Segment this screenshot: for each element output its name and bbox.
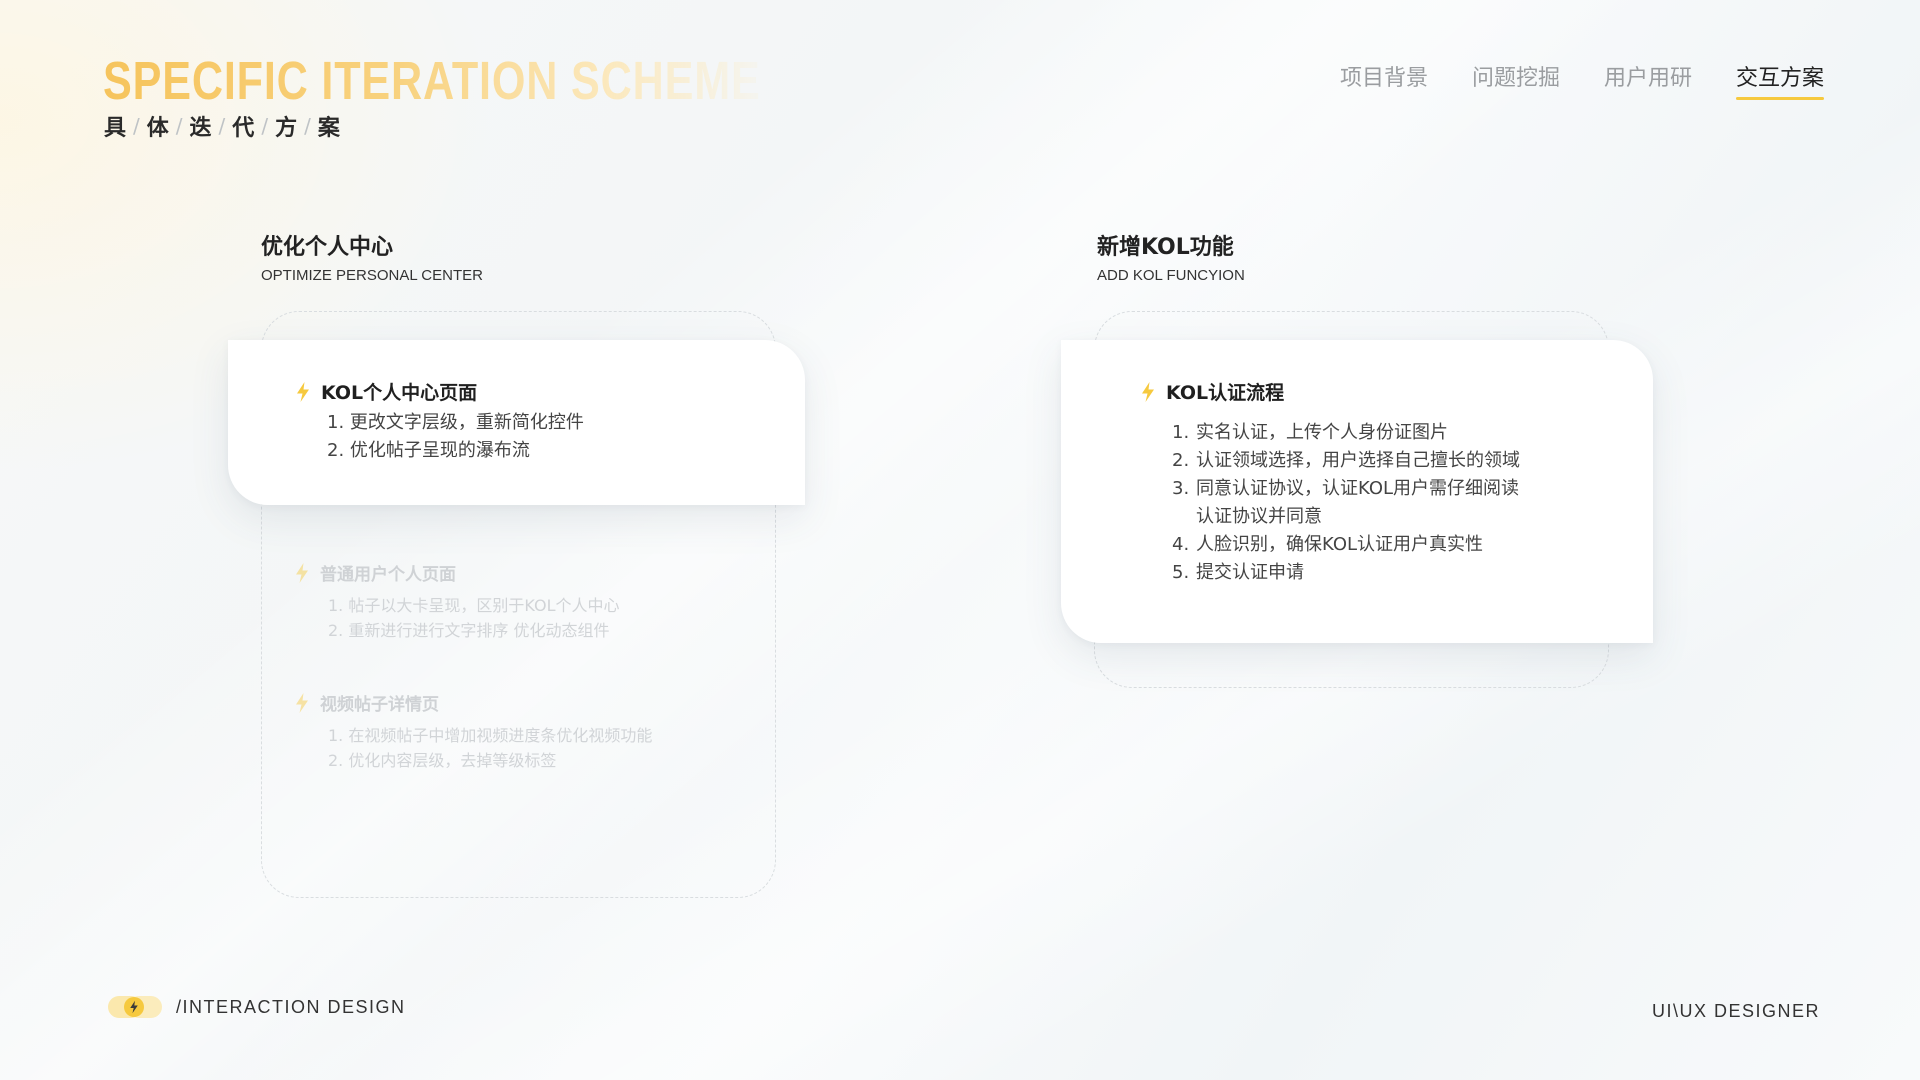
right-section-heading: 新增KOL功能 ADD KOL FUNCYION — [1097, 229, 1245, 284]
page-subtitle-zh: 具 / 体 / 迭 / 代 / 方 / 案 — [104, 110, 340, 142]
list-item: 2. 优化内容层级，去掉等级标签 — [328, 751, 557, 770]
list-item: 1. 帖子以大卡呈现，区别于KOL个人中心 — [328, 596, 620, 615]
card-title: KOL个人中心页面 — [321, 382, 478, 404]
list-number: 5. — [1172, 562, 1190, 583]
list-text: 实名认证，上传个人身份证图片 — [1196, 422, 1448, 443]
subtitle-char: 迭 — [189, 116, 212, 141]
kol-certification-card[interactable]: KOL认证流程 1. 实名认证，上传个人身份证图片 2. 认证领域选择，用户选择自己… — [1061, 340, 1653, 643]
list-number: 2. — [1172, 450, 1190, 471]
faded-item-video-detail: 视频帖子详情页 1. 在视频帖子中增加视频进度条优化视频功能 2. 优化内容层级… — [294, 690, 754, 773]
list-text: 认证领域选择，用户选择自己擅长的领域 — [1196, 450, 1520, 471]
list-item: 3. 同意认证协议，认证KOL用户需仔细阅读 — [1172, 475, 1653, 503]
left-section-title: 优化个人中心 — [261, 235, 394, 260]
list-text: 认证协议并同意 — [1196, 506, 1322, 527]
list-text: 人脸识别，确保KOL认证用户真实性 — [1196, 534, 1484, 555]
subtitle-char: 案 — [317, 116, 340, 141]
nav-item-user-research[interactable]: 用户用研 — [1604, 60, 1692, 98]
list-text: 提交认证申请 — [1196, 562, 1304, 583]
subtitle-separator: / — [218, 114, 226, 138]
list-item: 5. 提交认证申请 — [1172, 559, 1653, 587]
card-title: KOL认证流程 — [1166, 382, 1285, 404]
list-item: 1. 实名认证，上传个人身份证图片 — [1172, 419, 1653, 447]
nav-item-interaction-scheme[interactable]: 交互方案 — [1735, 60, 1825, 100]
nav-item-problem-discovery[interactable]: 问题挖掘 — [1472, 60, 1560, 98]
footer-section-label: /INTERACTION DESIGN — [176, 996, 406, 1017]
lightning-bolt-icon — [294, 562, 310, 584]
faded-item-normal-user: 普通用户个人页面 1. 帖子以大卡呈现，区别于KOL个人中心 2. 重新进行进行… — [294, 560, 754, 643]
lightning-bolt-icon — [294, 692, 310, 714]
subtitle-char: 具 — [104, 116, 127, 141]
list-number — [1172, 503, 1196, 531]
right-section-title: 新增KOL功能 — [1097, 235, 1234, 260]
lightning-bolt-icon — [295, 381, 311, 403]
list-item: 2. 认证领域选择，用户选择自己擅长的领域 — [1172, 447, 1653, 475]
left-section-heading: 优化个人中心 OPTIMIZE PERSONAL CENTER — [261, 229, 483, 284]
subtitle-separator: / — [304, 114, 311, 138]
list-item: 2. 优化帖子呈现的瀑布流 — [327, 440, 530, 461]
subtitle-separator: / — [133, 114, 140, 138]
lightning-bolt-icon — [1140, 381, 1156, 403]
list-number: 3. — [1172, 478, 1190, 499]
footer-designer-label: UI\UX DESIGNER — [1651, 1001, 1820, 1021]
nav-item-project-background[interactable]: 项目背景 — [1340, 60, 1428, 98]
lightning-badge-icon — [108, 994, 166, 1020]
subtitle-separator: / — [175, 114, 183, 138]
left-section-subtitle: OPTIMIZE PERSONAL CENTER — [261, 267, 483, 284]
subtitle-char: 体 — [146, 116, 169, 141]
list-item: 2. 重新进行进行文字排序 优化动态组件 — [328, 621, 610, 640]
list-text: 同意认证协议，认证KOL用户需仔细阅读 — [1196, 478, 1520, 499]
list-item: 1. 在视频帖子中增加视频进度条优化视频功能 — [328, 726, 653, 745]
list-item: 4. 人脸识别，确保KOL认证用户真实性 — [1172, 531, 1653, 559]
list-number: 4. — [1172, 534, 1190, 555]
list-number: 1. — [1172, 422, 1190, 443]
page-title-en: SPECIFIC ITERATION SCHEME — [103, 51, 761, 111]
subtitle-separator: / — [261, 114, 269, 138]
list-item: 1. 更改文字层级，重新简化控件 — [327, 412, 584, 433]
subtitle-char: 代 — [232, 116, 255, 141]
footer-left: /INTERACTION DESIGN — [108, 994, 406, 1020]
kol-personal-center-card[interactable]: KOL个人中心页面 1. 更改文字层级，重新简化控件 2. 优化帖子呈现的瀑布流 — [228, 340, 805, 505]
right-section-subtitle: ADD KOL FUNCYION — [1097, 267, 1245, 284]
subtitle-char: 方 — [275, 116, 298, 141]
top-nav: 项目背景 问题挖掘 用户用研 交互方案 — [1340, 60, 1825, 100]
faded-item-title: 视频帖子详情页 — [320, 695, 439, 715]
list-item: 认证协议并同意 — [1172, 503, 1653, 531]
faded-item-title: 普通用户个人页面 — [320, 565, 456, 585]
